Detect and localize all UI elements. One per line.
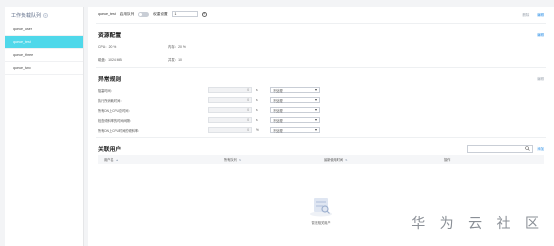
rule-label: 检查倾斜率的时间间隔： — [98, 118, 134, 123]
column-label: 所有队列 — [224, 158, 237, 162]
cpu-value: 20 % — [108, 45, 117, 49]
exception-edit-link[interactable]: 编辑 — [537, 76, 544, 81]
sort-icon[interactable]: ▲ — [116, 158, 119, 162]
rule-label: 阻塞时间： — [98, 88, 114, 93]
watermark: 华 为 云 社 区 — [411, 216, 544, 232]
weight-input[interactable]: 1 — [171, 11, 198, 17]
exception-section-header: 异常规则 编辑 — [88, 70, 554, 85]
chevron-down-icon — [315, 109, 317, 111]
exception-title: 异常规则 — [98, 77, 122, 83]
limit-label: 权重设置 — [153, 11, 168, 16]
chevron-down-icon — [315, 99, 317, 101]
rule-unit: % — [256, 128, 259, 132]
divider — [96, 67, 546, 68]
rule-action-value: 不处理 — [273, 118, 283, 123]
users-title: 关联用户 — [98, 147, 122, 153]
filter-icon[interactable]: ⇅ — [345, 158, 348, 162]
sidebar-header: 工作负载队列 + — [5, 7, 83, 23]
filter-icon[interactable]: ⇅ — [239, 158, 242, 162]
storage-label: 磁盘： — [98, 58, 109, 62]
users-section-header: 关联用户 添加 — [88, 140, 554, 155]
sidebar-item-queue-user[interactable]: queue_user — [5, 23, 83, 36]
rule-value-input[interactable]: 0 — [208, 117, 252, 123]
column-label: 操作 — [444, 158, 451, 162]
rule-row: 所有DN上CPU总时间： 0 s 不处理 — [88, 105, 554, 115]
column-header-username[interactable]: 用户名 ▲ — [98, 157, 218, 163]
column-header-last-used[interactable]: 最新使用时间 ⇅ — [318, 157, 438, 163]
rule-row: 所有DN上CPU时间的倾斜率： 0 % 不处理 — [88, 125, 554, 135]
main-panel: queue_test 启用队列 权重设置 1 ? 删除 编辑 资源配置 编辑 C… — [88, 7, 554, 246]
resource-title: 资源配置 — [98, 33, 122, 39]
concurrency-label: 并发： — [168, 58, 179, 62]
enable-queue-toggle[interactable] — [138, 11, 150, 17]
column-label: 最新使用时间 — [324, 158, 344, 162]
chevron-down-icon — [315, 129, 317, 131]
rule-action-value: 不处理 — [273, 108, 283, 113]
memory-value: 20 % — [178, 45, 186, 49]
rule-action-select[interactable]: 不处理 — [270, 127, 320, 133]
rule-label: 所有DN上CPU时间的倾斜率： — [98, 128, 142, 133]
chevron-down-icon — [315, 119, 317, 121]
storage-value: 1024 MB — [108, 58, 122, 62]
rule-action-value: 不处理 — [273, 88, 283, 93]
add-queue-icon[interactable]: + — [43, 12, 49, 18]
chevron-down-icon — [315, 89, 317, 91]
delete-link[interactable]: 删除 — [522, 12, 529, 17]
rule-action-value: 不处理 — [273, 98, 283, 103]
divider — [96, 23, 546, 24]
sidebar-item-queue-three[interactable]: queue_three — [5, 49, 83, 62]
exception-rules: 阻塞时间： 0 s 不处理 执行所消耗时间： 0 s 不处理 所有DN上CPU总… — [88, 85, 554, 135]
rule-action-select[interactable]: 不处理 — [270, 87, 320, 93]
rule-row: 检查倾斜率的时间间隔： 0 s 不处理 — [88, 115, 554, 125]
sidebar-item-queue-two[interactable]: queue_two — [5, 62, 83, 75]
rule-label: 执行所消耗时间： — [98, 98, 124, 103]
rule-action-select[interactable]: 不处理 — [270, 97, 320, 103]
sidebar-title: 工作负载队列 — [11, 12, 42, 19]
rule-value-input[interactable]: 0 — [208, 107, 252, 113]
search-icon[interactable] — [525, 146, 530, 151]
resource-values: CPU：20 % 内存：20 % 磁盘：1024 MB 并发：10 — [88, 41, 554, 65]
column-label: 用户名 — [104, 158, 114, 162]
add-user-link[interactable]: 添加 — [537, 146, 544, 151]
rule-row: 阻塞时间： 0 s 不处理 — [88, 85, 554, 95]
rule-action-value: 不处理 — [273, 128, 283, 133]
column-header-queue[interactable]: 所有队列 ⇅ — [218, 157, 318, 163]
rule-unit: s — [256, 118, 258, 122]
rule-label: 所有DN上CPU总时间： — [98, 108, 132, 113]
concurrency-value: 10 — [178, 58, 182, 62]
rule-action-select[interactable]: 不处理 — [270, 107, 320, 113]
rule-unit: s — [256, 98, 258, 102]
divider — [96, 137, 546, 138]
resource-section-header: 资源配置 编辑 — [88, 26, 554, 41]
sidebar: 工作负载队列 + queue_user queue_test queue_thr… — [5, 7, 84, 246]
cpu-label: CPU： — [98, 45, 109, 49]
resource-edit-link[interactable]: 编辑 — [537, 32, 544, 37]
rule-value-input[interactable]: 0 — [208, 87, 252, 93]
rule-value-input[interactable]: 0 — [208, 127, 252, 133]
memory-label: 内存： — [168, 45, 179, 49]
queue-topbar: queue_test 启用队列 权重设置 1 ? 删除 编辑 — [88, 7, 554, 21]
help-icon[interactable]: ? — [201, 11, 207, 17]
edit-queue-link[interactable]: 编辑 — [537, 12, 544, 17]
rule-row: 执行所消耗时间： 0 s 不处理 — [88, 95, 554, 105]
rule-unit: s — [256, 88, 258, 92]
users-table-header: 用户名 ▲ 所有队列 ⇅ 最新使用时间 ⇅ 操作 — [98, 155, 544, 164]
column-header-actions: 操作 — [438, 157, 450, 162]
rule-value-input[interactable]: 0 — [208, 97, 252, 103]
rule-unit: s — [256, 108, 258, 112]
user-search-input[interactable] — [467, 144, 534, 153]
toggle-label: 启用队列 — [119, 11, 135, 16]
rule-action-select[interactable]: 不处理 — [270, 117, 320, 123]
empty-box-icon — [310, 198, 332, 217]
sidebar-item-queue-test[interactable]: queue_test — [5, 36, 83, 49]
queue-name: queue_test — [98, 12, 116, 16]
